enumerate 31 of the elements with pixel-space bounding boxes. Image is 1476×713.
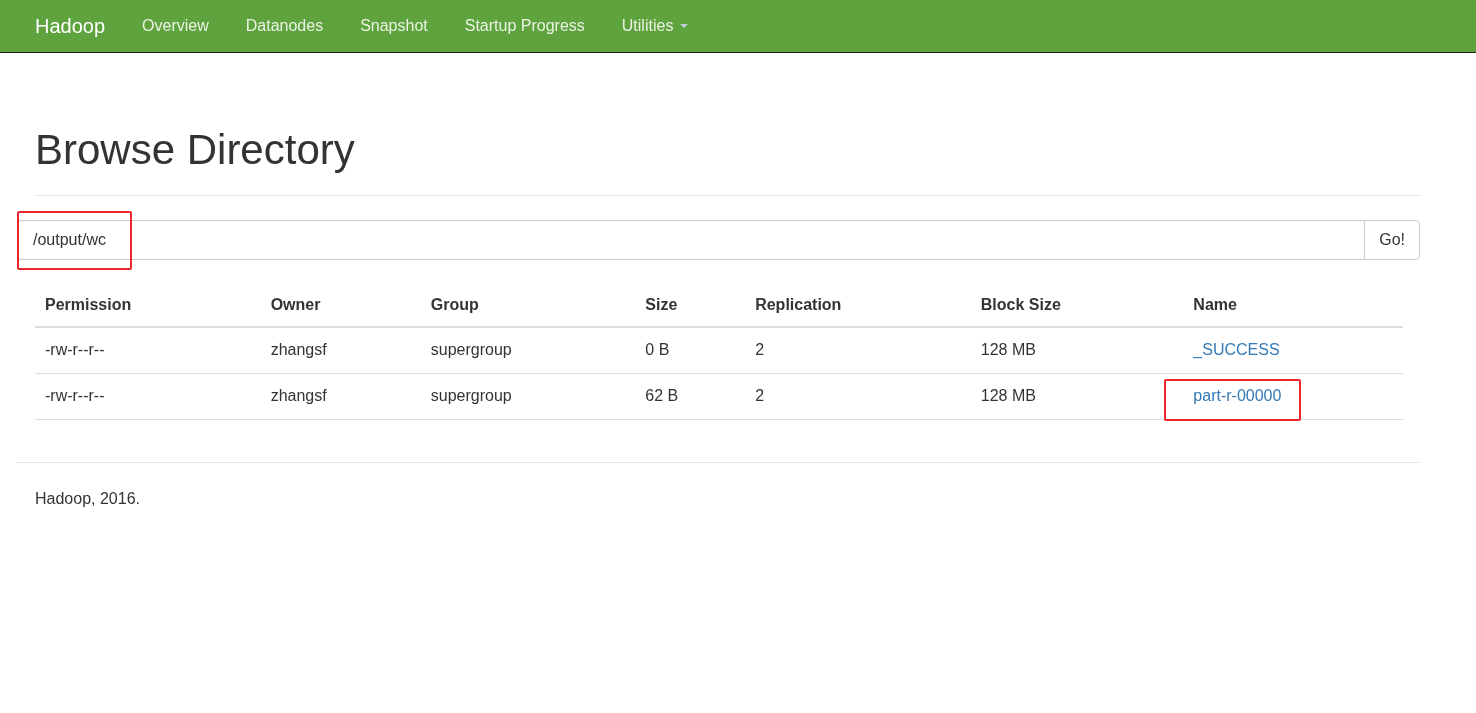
column-header: Block Size (970, 286, 1184, 328)
nav-link[interactable]: Startup Progress (464, 17, 585, 35)
table-cell: supergroup (420, 373, 636, 420)
table-cell: 62 B (635, 373, 746, 420)
column-header: Name (1183, 286, 1403, 328)
nav-link[interactable]: Datanodes (245, 17, 324, 35)
page-title: Browse Directory (35, 125, 356, 175)
file-link[interactable]: part-r-00000 (1164, 379, 1302, 422)
table-cell: 0 B (635, 327, 746, 374)
path-field[interactable]: /output/wc (17, 220, 1365, 261)
column-header: Size (635, 286, 746, 328)
table-cell: 128 MB (970, 373, 1184, 420)
footer-text: Hadoop, 2016. (17, 462, 1420, 509)
table-cell: 2 (745, 327, 971, 374)
brand-link[interactable]: Hadoop (35, 14, 106, 38)
table-cell: zhangsf (260, 373, 421, 420)
go-button[interactable]: Go! (1364, 220, 1420, 261)
table-cell: 128 MB (970, 327, 1184, 374)
column-header: Group (420, 286, 636, 328)
table-cell: supergroup (420, 327, 636, 374)
column-header: Permission (35, 286, 261, 328)
table-cell: -rw-r--r-- (35, 327, 261, 374)
table-cell: -rw-r--r-- (35, 373, 261, 420)
caret-icon (680, 24, 689, 28)
column-header: Replication (745, 286, 971, 328)
nav-link[interactable]: Overview (142, 17, 209, 35)
column-header: Owner (260, 286, 421, 328)
table-cell: 2 (745, 373, 971, 420)
table-cell: zhangsf (260, 327, 421, 374)
nav-link[interactable]: Snapshot (360, 17, 428, 35)
nav-link[interactable]: Utilities (621, 17, 689, 35)
